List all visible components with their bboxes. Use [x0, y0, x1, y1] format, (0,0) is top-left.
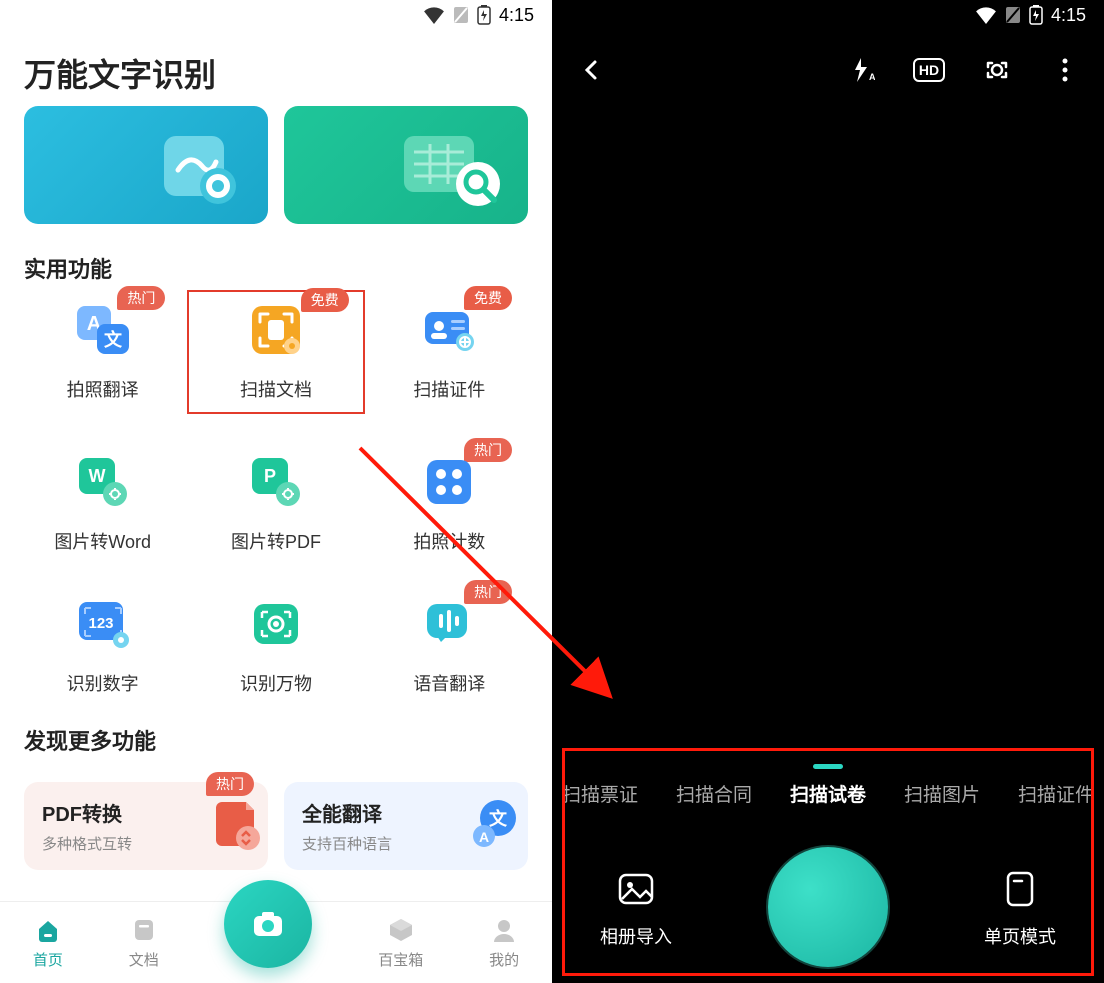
img-to-word-icon: W: [71, 450, 135, 514]
svg-text:W: W: [88, 466, 105, 486]
tile-voice-translate[interactable]: 热门 语音翻译: [363, 592, 536, 696]
nav-label: 文档: [129, 949, 159, 970]
voice-translate-icon: [417, 592, 481, 656]
battery-charging-icon: [1029, 5, 1043, 25]
tile-label: 图片转Word: [54, 528, 151, 554]
tile-label: 拍照计数: [413, 528, 485, 554]
tile-scan-id[interactable]: 免费 扫描证件: [363, 298, 536, 412]
scan-tab-contract[interactable]: 扫描合同: [676, 780, 752, 807]
hero-card-table[interactable]: [284, 106, 528, 224]
wifi-icon: [423, 6, 445, 24]
profile-icon: [489, 915, 519, 945]
nav-camera-button[interactable]: [224, 880, 312, 968]
svg-text:文: 文: [104, 329, 123, 350]
home-icon: [33, 915, 63, 945]
nav-label: 我的: [489, 949, 519, 970]
tile-photo-count[interactable]: 热门 拍照计数: [363, 450, 536, 554]
tile-recognize-everything[interactable]: 识别万物: [189, 592, 362, 696]
status-bar-left: 4:15: [0, 0, 552, 30]
no-sim-icon: [453, 6, 469, 24]
wifi-icon: [975, 6, 997, 24]
svg-text:文: 文: [489, 808, 508, 829]
back-button[interactable]: [570, 49, 612, 91]
tile-label: 扫描证件: [413, 376, 485, 402]
tile-recognize-numbers[interactable]: 123 识别数字: [16, 592, 189, 696]
all-translate-icon: 文A: [468, 796, 518, 846]
badge-hot: 热门: [206, 772, 254, 796]
page-mode-button[interactable]: 单页模式: [984, 865, 1056, 949]
status-time: 4:15: [499, 5, 534, 26]
bottom-nav: 首页 文档 百宝箱 我的: [0, 901, 552, 983]
toolbox-icon: [386, 915, 416, 945]
nav-docs[interactable]: 文档: [129, 915, 159, 970]
gallery-icon: [612, 865, 660, 913]
svg-text:P: P: [264, 466, 276, 486]
tile-label: 识别万物: [240, 670, 312, 696]
section-title-discover: 发现更多功能: [0, 696, 552, 770]
svg-text:123: 123: [88, 615, 113, 632]
scan-tab-id[interactable]: 扫描证件: [1018, 780, 1094, 807]
flash-auto-button[interactable]: A: [840, 49, 882, 91]
tile-scan-document[interactable]: 免费 扫描文档: [189, 292, 362, 412]
ctrl-label: 单页模式: [984, 923, 1056, 949]
ctrl-label: 相册导入: [600, 923, 672, 949]
app-title: 万能文字识别: [0, 30, 552, 106]
tile-label: 识别数字: [67, 670, 139, 696]
scan-mode-tabs: 扫描票证 扫描合同 扫描试卷 扫描图片 扫描证件: [552, 780, 1104, 807]
tile-img-to-word[interactable]: W 图片转Word: [16, 450, 189, 554]
shutter-button[interactable]: [768, 847, 888, 967]
scan-tab-image[interactable]: 扫描图片: [904, 780, 980, 807]
photo-count-icon: [417, 450, 481, 514]
single-page-icon: [996, 865, 1044, 913]
tile-label: 拍照翻译: [67, 376, 139, 402]
no-sim-icon: [1005, 6, 1021, 24]
tile-photo-translate[interactable]: 热门 A文 拍照翻译: [16, 298, 189, 412]
battery-charging-icon: [477, 5, 491, 25]
status-time: 4:15: [1051, 5, 1086, 26]
scan-tab-exam[interactable]: 扫描试卷: [790, 780, 866, 807]
nav-toolbox[interactable]: 百宝箱: [378, 915, 423, 970]
camera-toolbar: A HD: [552, 30, 1104, 110]
tile-label: 图片转PDF: [231, 528, 321, 554]
nav-label: 首页: [33, 949, 63, 970]
discover-card-translate[interactable]: 全能翻译 支持百种语言 文A: [284, 782, 528, 870]
nav-label: 百宝箱: [378, 949, 423, 970]
status-bar-right: 4:15: [552, 0, 1104, 30]
pdf-convert-icon: [208, 796, 258, 846]
tile-img-to-pdf[interactable]: P 图片转PDF: [189, 450, 362, 554]
photo-translate-icon: A文: [71, 298, 135, 362]
recognize-numbers-icon: 123: [71, 592, 135, 656]
hero-card-handwriting[interactable]: [24, 106, 268, 224]
scan-id-icon: [417, 298, 481, 362]
camera-icon: [248, 904, 288, 944]
docs-icon: [129, 915, 159, 945]
gallery-import-button[interactable]: 相册导入: [600, 865, 672, 949]
nav-mine[interactable]: 我的: [489, 915, 519, 970]
svg-text:A: A: [479, 829, 489, 845]
tile-label: 语音翻译: [413, 670, 485, 696]
svg-text:A: A: [869, 72, 875, 82]
recognize-everything-icon: [244, 592, 308, 656]
hd-button[interactable]: HD: [908, 49, 950, 91]
scan-tab-receipt[interactable]: 扫描票证: [562, 780, 638, 807]
more-button[interactable]: [1044, 49, 1086, 91]
discover-card-pdf[interactable]: 热门 PDF转换 多种格式互转: [24, 782, 268, 870]
tile-label: 扫描文档: [240, 376, 312, 402]
img-to-pdf-icon: P: [244, 450, 308, 514]
crop-button[interactable]: [976, 49, 1018, 91]
nav-home[interactable]: 首页: [33, 915, 63, 970]
scan-document-icon: [244, 298, 308, 362]
